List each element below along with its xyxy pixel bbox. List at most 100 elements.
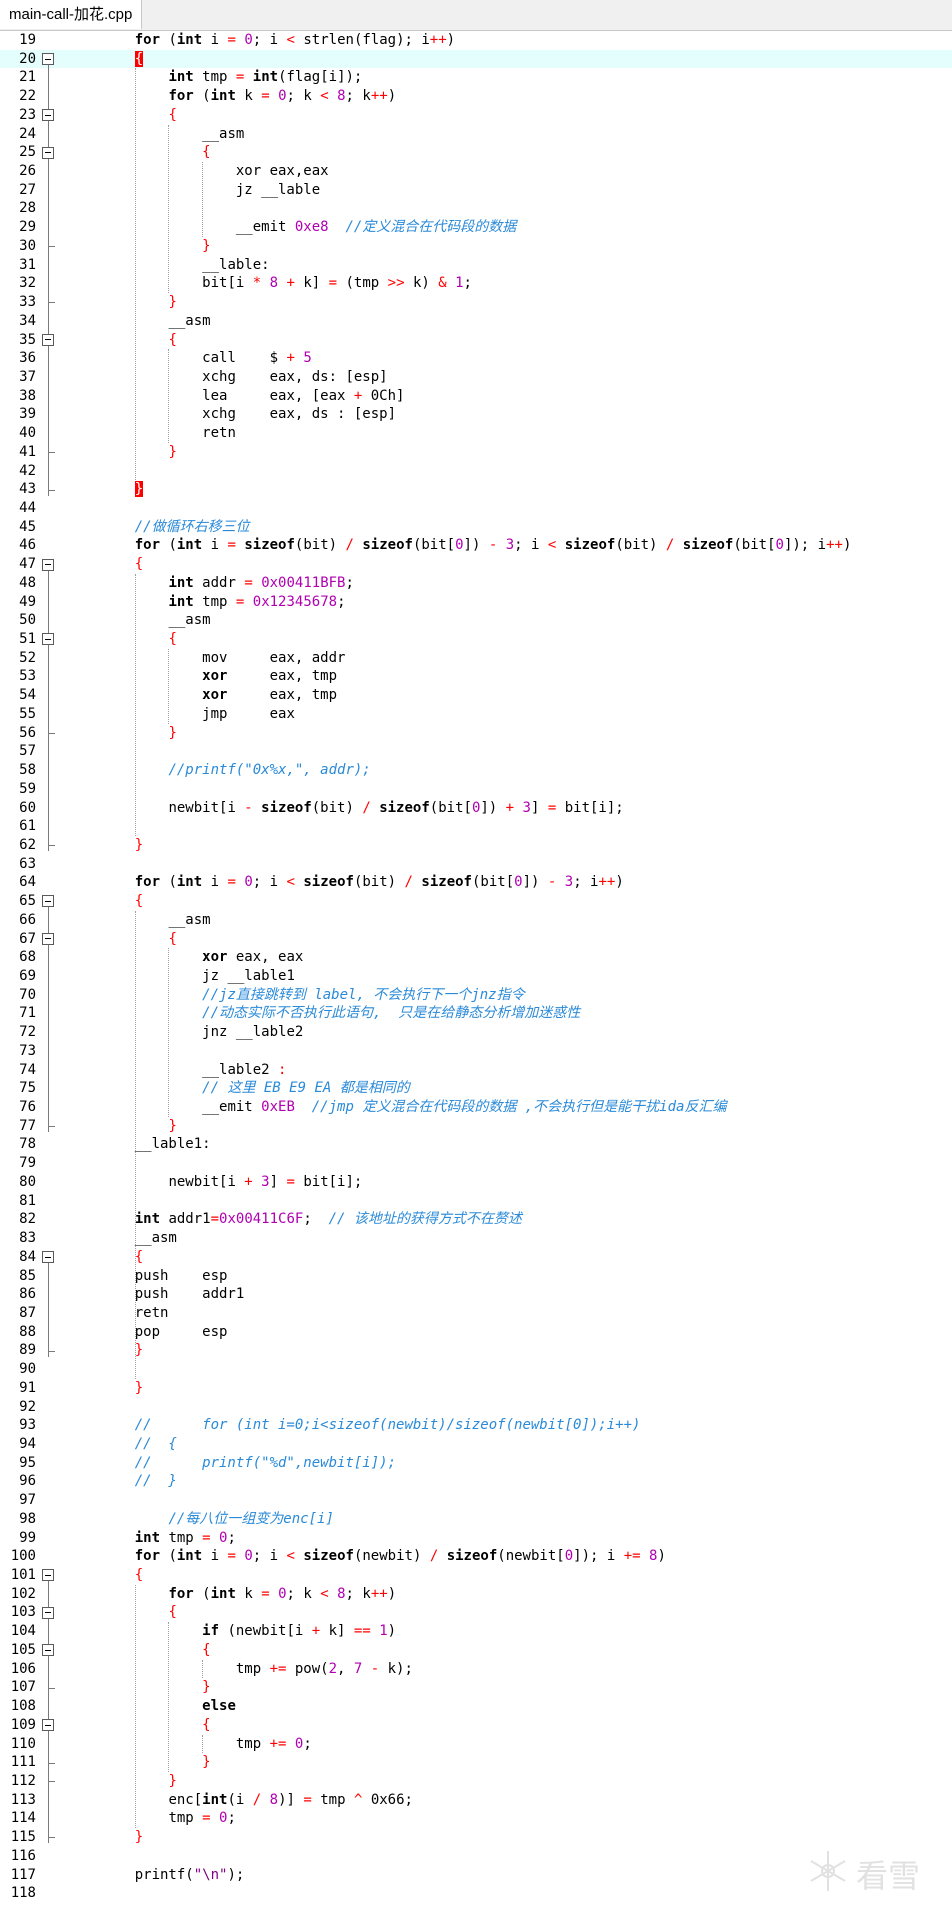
code-line[interactable]: 64 for (int i = 0; i < sizeof(bit) / siz… (0, 873, 952, 892)
code-line[interactable]: 76 __emit 0xEB //jmp 定义混合在代码段的数据 ,不会执行但是… (0, 1098, 952, 1117)
fold-toggle-icon[interactable] (42, 1569, 54, 1582)
code-line[interactable]: 84 { (0, 1248, 952, 1267)
code-line[interactable]: 69 jz __lable1 (0, 967, 952, 986)
code-line[interactable]: 93 // for (int i=0;i<sizeof(newbit)/size… (0, 1416, 952, 1435)
code-line[interactable]: 22 for (int k = 0; k < 8; k++) (0, 87, 952, 106)
tab-file[interactable]: main-call-加花.cpp (0, 0, 143, 29)
code-line[interactable]: 57 (0, 742, 952, 761)
fold-toggle-icon[interactable] (42, 146, 54, 159)
fold-toggle-icon[interactable] (42, 895, 54, 908)
code-line[interactable]: 25 { (0, 143, 952, 162)
code-line[interactable]: 61 (0, 817, 952, 836)
code-line[interactable]: 102 for (int k = 0; k < 8; k++) (0, 1585, 952, 1604)
code-line[interactable]: 49 int tmp = 0x12345678; (0, 593, 952, 612)
code-line[interactable]: 28 (0, 199, 952, 218)
fold-toggle-icon[interactable] (42, 1644, 54, 1657)
code-line[interactable]: 90 (0, 1360, 952, 1379)
fold-toggle-icon[interactable] (42, 633, 54, 646)
code-line[interactable]: 21 int tmp = int(flag[i]); (0, 68, 952, 87)
code-line[interactable]: 55 jmp eax (0, 705, 952, 724)
code-line[interactable]: 31 __lable: (0, 256, 952, 275)
code-line[interactable]: 62 } (0, 836, 952, 855)
code-line[interactable]: 106 tmp += pow(2, 7 - k); (0, 1660, 952, 1679)
code-line[interactable]: 94 // { (0, 1435, 952, 1454)
code-line[interactable]: 38 lea eax, [eax + 0Ch] (0, 387, 952, 406)
code-line[interactable]: 51 { (0, 630, 952, 649)
fold-toggle-icon[interactable] (42, 53, 54, 66)
code-line[interactable]: 23 { (0, 106, 952, 125)
code-line[interactable]: 32 bit[i * 8 + k] = (tmp >> k) & 1; (0, 274, 952, 293)
code-line[interactable]: 63 (0, 855, 952, 874)
fold-toggle-icon[interactable] (42, 1719, 54, 1732)
code-line[interactable]: 87 retn (0, 1304, 952, 1323)
code-line[interactable]: 71 //动态实际不否执行此语句, 只是在给静态分析增加迷惑性 (0, 1004, 952, 1023)
code-line[interactable]: 29 __emit 0xe8 //定义混合在代码段的数据 (0, 218, 952, 237)
code-line[interactable]: 113 enc[int(i / 8)] = tmp ^ 0x66; (0, 1791, 952, 1810)
code-line[interactable]: 73 (0, 1042, 952, 1061)
code-line[interactable]: 96 // } (0, 1472, 952, 1491)
code-line[interactable]: 46 for (int i = sizeof(bit) / sizeof(bit… (0, 536, 952, 555)
code-line[interactable]: 100 for (int i = 0; i < sizeof(newbit) /… (0, 1547, 952, 1566)
code-line[interactable]: 48 int addr = 0x00411BFB; (0, 574, 952, 593)
code-line[interactable]: 81 (0, 1192, 952, 1211)
code-line[interactable]: 85 push esp (0, 1267, 952, 1286)
code-line[interactable]: 53 xor eax, tmp (0, 667, 952, 686)
fold-toggle-icon[interactable] (42, 558, 54, 571)
code-line[interactable]: 37 xchg eax, ds: [esp] (0, 368, 952, 387)
code-line[interactable]: 82 int addr1=0x00411C6F; // 该地址的获得方式不在赘述 (0, 1210, 952, 1229)
fold-toggle-icon[interactable] (42, 1606, 54, 1619)
code-line[interactable]: 20 { (0, 49, 952, 69)
code-line[interactable]: 101 { (0, 1566, 952, 1585)
code-line[interactable]: 99 int tmp = 0; (0, 1529, 952, 1548)
code-line[interactable]: 45 //做循环右移三位 (0, 518, 952, 537)
code-line[interactable]: 95 // printf("%d",newbit[i]); (0, 1454, 952, 1473)
code-line[interactable]: 104 if (newbit[i + k] == 1) (0, 1622, 952, 1641)
code-line[interactable]: 88 pop esp (0, 1323, 952, 1342)
code-line[interactable]: 111 } (0, 1753, 952, 1772)
code-line[interactable]: 30 } (0, 237, 952, 256)
code-line[interactable]: 105 { (0, 1641, 952, 1660)
code-line[interactable]: 114 tmp = 0; (0, 1809, 952, 1828)
code-line[interactable]: 74 __lable2 : (0, 1061, 952, 1080)
code-line[interactable]: 34 __asm (0, 312, 952, 331)
code-line[interactable]: 72 jnz __lable2 (0, 1023, 952, 1042)
code-line[interactable]: 40 retn (0, 424, 952, 443)
code-editor[interactable]: 19 for (int i = 0; i < strlen(flag); i++… (0, 31, 952, 1917)
code-line[interactable]: 109 { (0, 1716, 952, 1735)
code-line[interactable]: 92 (0, 1398, 952, 1417)
code-line[interactable]: 41 } (0, 443, 952, 462)
code-line[interactable]: 39 xchg eax, ds : [esp] (0, 405, 952, 424)
code-line[interactable]: 70 //jz直接跳转到 label, 不会执行下一个jnz指令 (0, 986, 952, 1005)
code-line[interactable]: 52 mov eax, addr (0, 649, 952, 668)
code-line[interactable]: 60 newbit[i - sizeof(bit) / sizeof(bit[0… (0, 799, 952, 818)
code-line[interactable]: 36 call $ + 5 (0, 349, 952, 368)
code-line[interactable]: 65 { (0, 892, 952, 911)
code-line[interactable]: 33 } (0, 293, 952, 312)
code-line[interactable]: 24 __asm (0, 125, 952, 144)
code-line[interactable]: 50 __asm (0, 611, 952, 630)
code-line[interactable]: 42 (0, 462, 952, 481)
code-line[interactable]: 91 } (0, 1379, 952, 1398)
code-line[interactable]: 27 jz __lable (0, 181, 952, 200)
code-line[interactable]: 59 (0, 780, 952, 799)
code-line[interactable]: 89 } (0, 1341, 952, 1360)
code-line[interactable]: 77 } (0, 1117, 952, 1136)
code-line[interactable]: 103 { (0, 1603, 952, 1622)
code-line[interactable]: 44 (0, 499, 952, 518)
code-line[interactable]: 19 for (int i = 0; i < strlen(flag); i++… (0, 31, 952, 50)
code-line[interactable]: 66 __asm (0, 911, 952, 930)
code-line[interactable]: 107 } (0, 1678, 952, 1697)
code-line[interactable]: 112 } (0, 1772, 952, 1791)
fold-toggle-icon[interactable] (42, 109, 54, 122)
fold-toggle-icon[interactable] (42, 1251, 54, 1264)
code-line[interactable]: 110 tmp += 0; (0, 1735, 952, 1754)
code-line[interactable]: 35 { (0, 331, 952, 350)
code-line[interactable]: 43 } (0, 480, 952, 499)
fold-toggle-icon[interactable] (42, 333, 54, 346)
fold-toggle-icon[interactable] (42, 932, 54, 945)
code-line[interactable]: 75 // 这里 EB E9 EA 都是相同的 (0, 1079, 952, 1098)
code-line[interactable]: 68 xor eax, eax (0, 948, 952, 967)
code-line[interactable]: 86 push addr1 (0, 1285, 952, 1304)
code-line[interactable]: 56 } (0, 724, 952, 743)
code-line[interactable]: 58 //printf("0x%x,", addr); (0, 761, 952, 780)
